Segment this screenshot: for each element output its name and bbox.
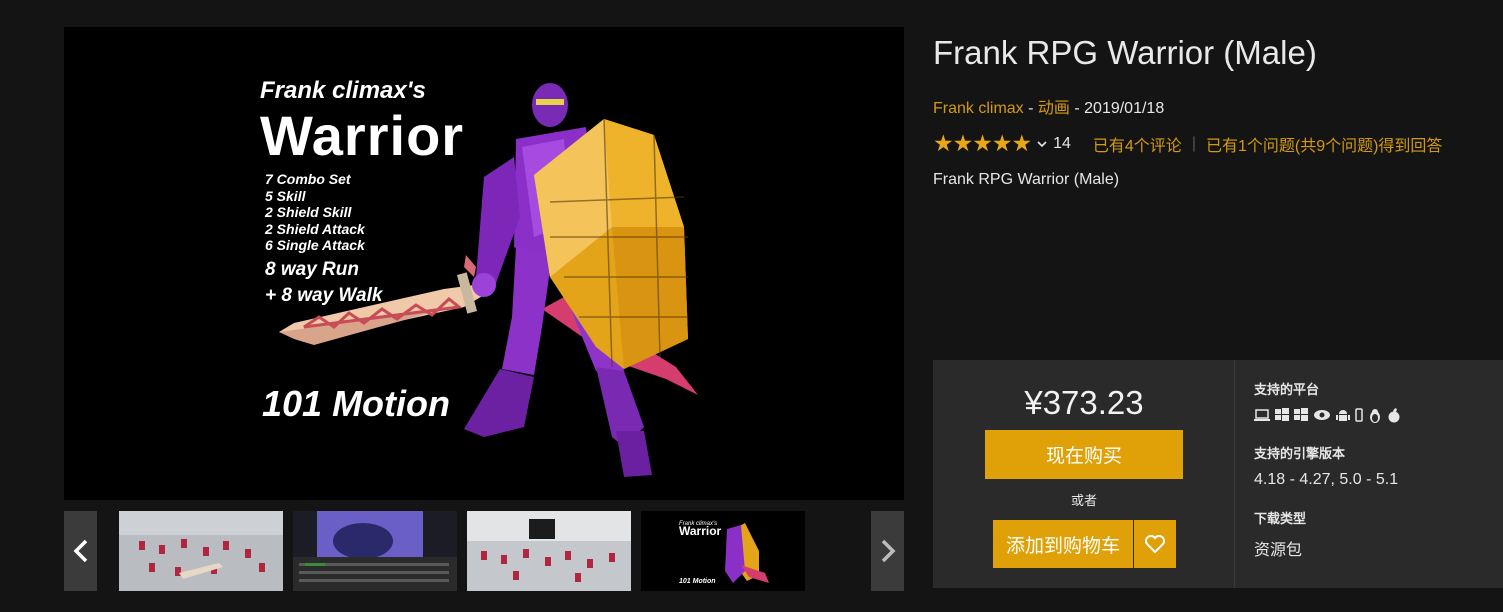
questions-link[interactable]: 已有1个问题(共9个问题)得到回答 — [1206, 132, 1442, 156]
seller-link[interactable]: Frank climax — [933, 100, 1024, 117]
gallery-thumbnail[interactable] — [293, 511, 457, 591]
platform-icons — [1254, 408, 1401, 423]
svg-text:Warrior: Warrior — [679, 524, 722, 538]
or-label: 或者 — [1070, 493, 1097, 508]
gallery-thumbnail-selected[interactable]: Frank climax's Warrior 101 Motion — [641, 511, 805, 591]
meta-separator: - — [1023, 100, 1038, 117]
linux-icon — [1370, 409, 1380, 423]
add-to-cart-button[interactable]: 添加到购物车 — [993, 520, 1133, 568]
panel-divider — [1234, 360, 1235, 588]
gallery-next-button[interactable] — [871, 511, 904, 591]
gallery-thumbnail[interactable] — [119, 511, 283, 591]
rating-count: 14 — [1053, 134, 1071, 152]
windows-icon — [1294, 408, 1308, 421]
hero-feature-list: 7 Combo Set 5 Skill 2 Shield Skill 2 Shi… — [265, 171, 365, 254]
hero-walk-line: + 8 way Walk — [265, 285, 383, 306]
hero-title-line1: Frank climax's — [260, 77, 426, 104]
purchase-panel: ¥373.23 现在购买 或者 添加到购物车 支持的平台 支持的引擎版本 4.1… — [933, 360, 1503, 588]
meta-separator: - — [1069, 100, 1085, 117]
product-title: Frank RPG Warrior (Male) — [933, 34, 1317, 71]
windows-icon — [1275, 408, 1289, 421]
hero-feature: 2 Shield Skill — [265, 204, 352, 220]
product-subtitle: Frank RPG Warrior (Male) — [933, 171, 1120, 188]
gallery-prev-button[interactable] — [64, 511, 97, 591]
hero-title-line2: Warrior — [260, 104, 465, 167]
heart-icon — [1145, 535, 1165, 554]
buy-now-button[interactable]: 现在购买 — [985, 430, 1183, 479]
laptop-icon — [1254, 409, 1270, 421]
engine-versions: 4.18 - 4.27, 5.0 - 5.1 — [1254, 471, 1399, 488]
apple-icon — [1388, 408, 1400, 423]
hero-feature: 2 Shield Attack — [265, 220, 365, 237]
reviews-link[interactable]: 已有4个评论 — [1093, 132, 1182, 156]
platforms-label: 支持的平台 — [1254, 382, 1320, 397]
engine-label: 支持的引擎版本 — [1254, 446, 1346, 461]
warrior-illustration — [279, 83, 698, 477]
svg-text:101 Motion: 101 Motion — [679, 578, 716, 585]
price: ¥373.23 — [1024, 384, 1144, 421]
hero-image: Frank climax's Warrior 7 Combo Set 5 Ski… — [64, 27, 904, 500]
chevron-left-icon — [73, 539, 87, 563]
hero-feature: 6 Single Attack — [265, 237, 365, 253]
divider: | — [1191, 134, 1196, 152]
download-type: 资源包 — [1254, 542, 1303, 559]
wishlist-button[interactable] — [1134, 520, 1176, 568]
hero-feature: 5 Skill — [265, 187, 306, 204]
hero-run-line: 8 way Run — [265, 259, 359, 280]
chevron-right-icon — [881, 539, 895, 563]
category-link[interactable]: 动画 — [1038, 100, 1070, 117]
hero-run-text: 8 way Run + 8 way Walk — [265, 257, 382, 309]
download-type-label: 下载类型 — [1254, 511, 1307, 526]
phone-icon — [1355, 408, 1363, 422]
hero-motion-count: 101 Motion — [262, 383, 451, 424]
chevron-down-icon[interactable] — [1037, 136, 1047, 151]
rating-row: ★★★★★ 14 已有4个评论 | 已有1个问题(共9个问题)得到回答 — [933, 130, 1442, 157]
android-icon — [1336, 410, 1350, 421]
release-date: 2019/01/18 — [1084, 100, 1165, 117]
gallery-thumbnail[interactable] — [467, 511, 631, 591]
star-rating-icon[interactable]: ★★★★★ — [933, 130, 1032, 157]
hero-feature: 7 Combo Set — [265, 171, 351, 187]
product-meta: Frank climax - 动画 - 2019/01/18 — [933, 94, 1164, 118]
eye-icon — [1314, 410, 1330, 420]
